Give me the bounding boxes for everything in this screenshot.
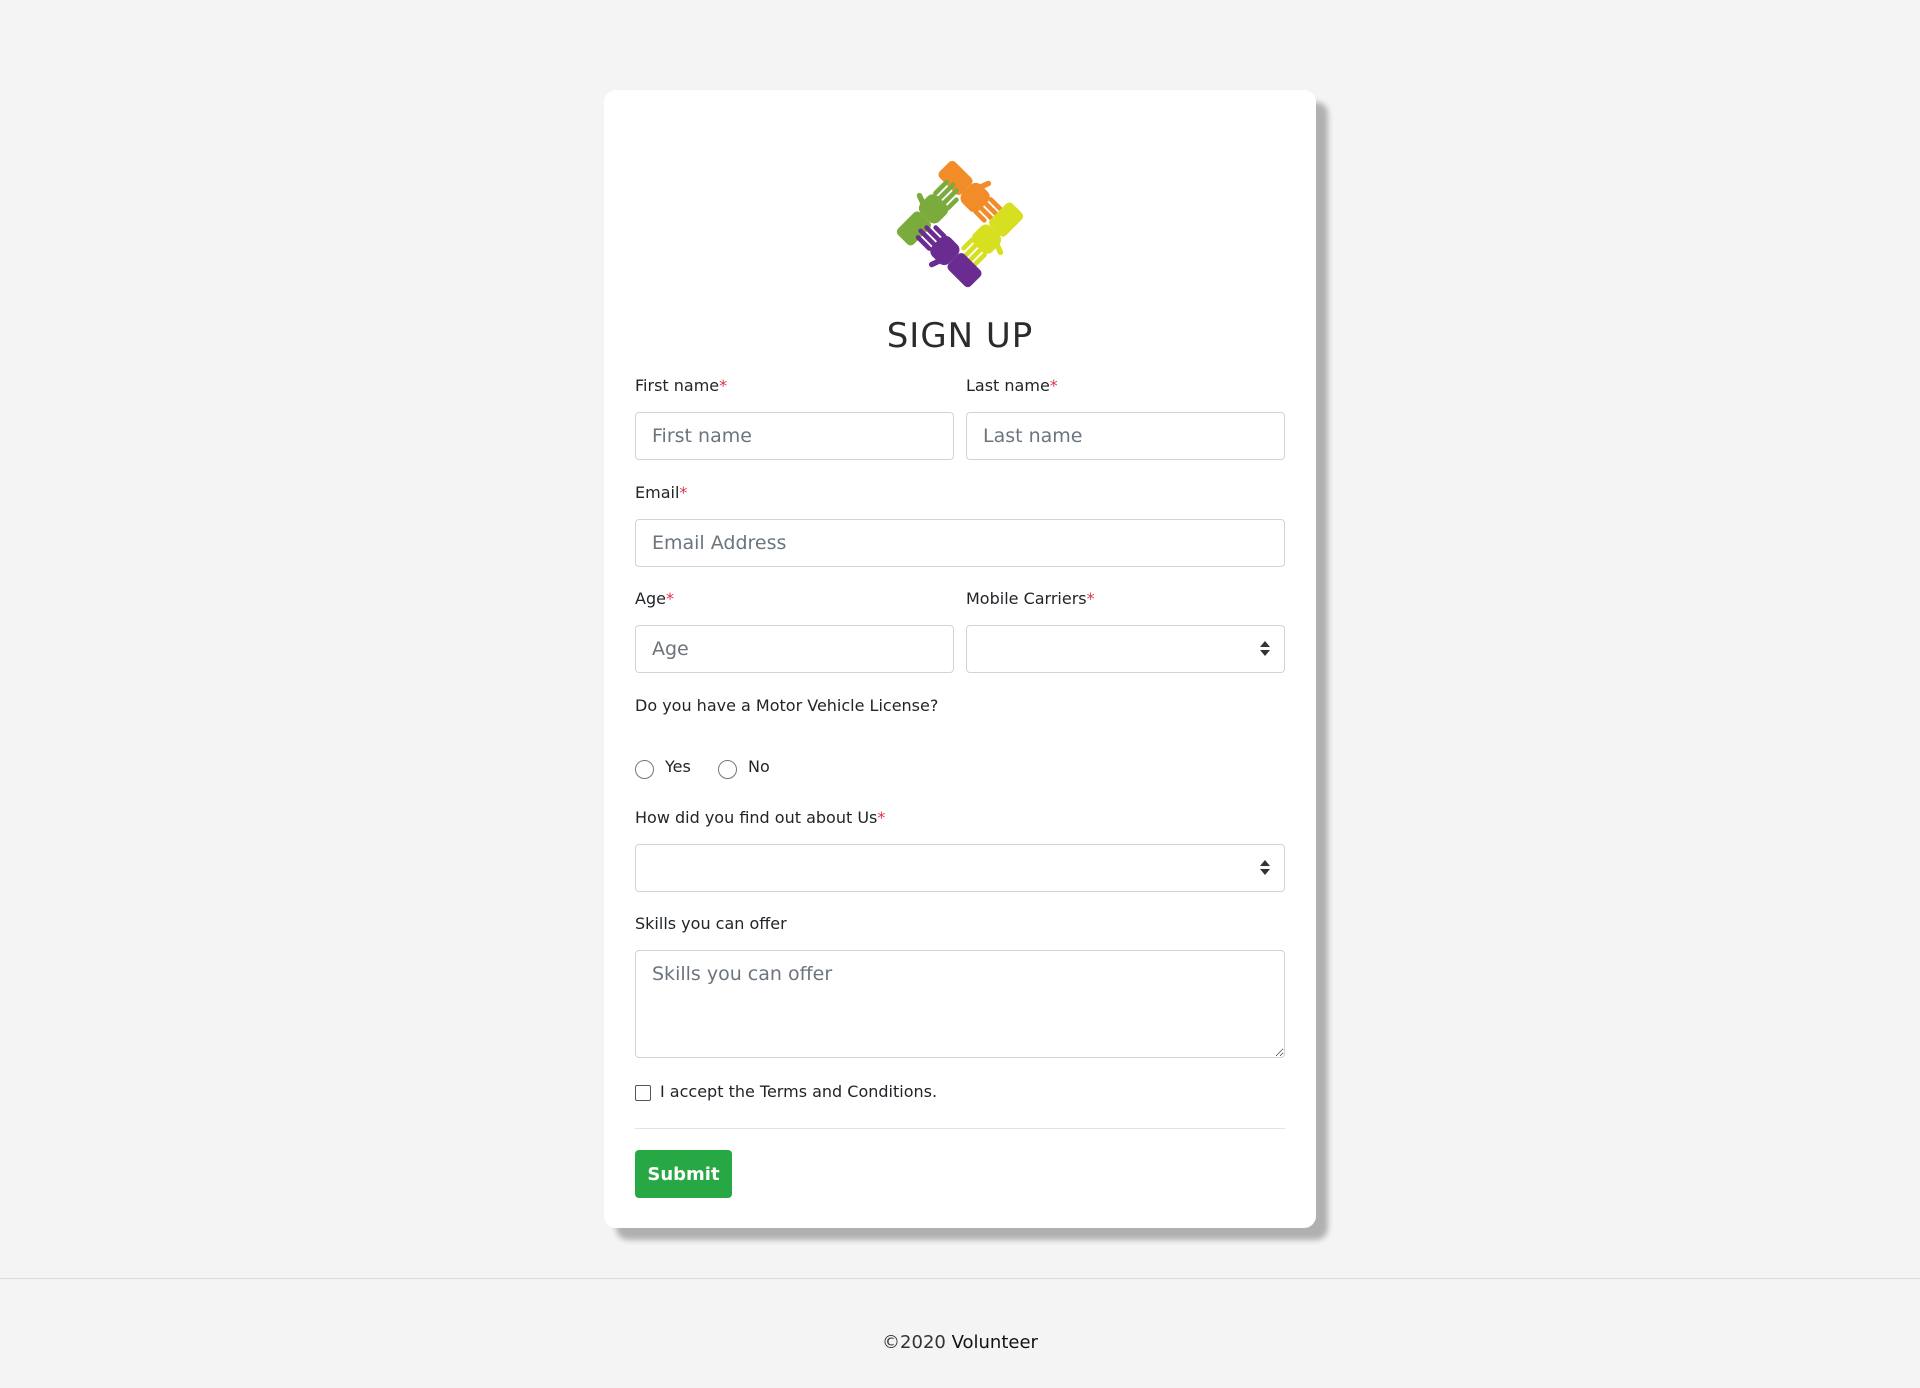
age-label: Age* (635, 589, 674, 608)
last-name-label-text: Last name (966, 376, 1050, 395)
mobile-carriers-select[interactable] (966, 625, 1285, 673)
required-marker: * (1086, 589, 1095, 608)
hands-logo-icon (886, 150, 1034, 298)
age-label-text: Age (635, 589, 666, 608)
email-input[interactable] (635, 519, 1285, 567)
mobile-carriers-label: Mobile Carriers* (966, 589, 1095, 608)
footer-divider (0, 1278, 1920, 1279)
select-arrows-icon (1260, 641, 1270, 657)
first-name-label: First name* (635, 376, 727, 395)
skills-label: Skills you can offer (635, 914, 787, 933)
mobile-carriers-label-text: Mobile Carriers (966, 589, 1087, 608)
license-yes-radio[interactable] (635, 760, 654, 779)
last-name-label: Last name* (966, 376, 1058, 395)
source-label: How did you find out about Us* (635, 808, 885, 827)
required-marker: * (1049, 376, 1058, 395)
form-divider (635, 1128, 1285, 1129)
first-name-input[interactable] (635, 412, 954, 460)
terms-checkbox[interactable] (635, 1085, 651, 1101)
select-arrows-icon (1260, 860, 1270, 876)
last-name-input[interactable] (966, 412, 1285, 460)
source-label-text: How did you find out about Us (635, 808, 878, 827)
submit-button[interactable]: Submit (635, 1150, 732, 1198)
license-question: Do you have a Motor Vehicle License? (635, 696, 939, 715)
skills-textarea[interactable] (635, 950, 1285, 1058)
footer-copyright: ©2020 (882, 1332, 946, 1353)
email-label: Email* (635, 483, 687, 502)
required-marker: * (665, 589, 674, 608)
license-yes-label[interactable]: Yes (665, 757, 691, 776)
required-marker: * (679, 483, 688, 502)
page-title: SIGN UP (886, 316, 1034, 356)
email-label-text: Email (635, 483, 680, 502)
license-no-radio[interactable] (718, 760, 737, 779)
footer-brand-link[interactable]: Volunteer (952, 1332, 1038, 1353)
signup-card: SIGN UP First name* Last name* Email* Ag… (604, 90, 1316, 1228)
license-no-label[interactable]: No (748, 757, 770, 776)
required-marker: * (877, 808, 886, 827)
source-select[interactable] (635, 844, 1285, 892)
terms-label[interactable]: I accept the Terms and Conditions. (660, 1082, 937, 1101)
required-marker: * (719, 376, 728, 395)
footer: ©2020 Volunteer (0, 1332, 1920, 1353)
first-name-label-text: First name (635, 376, 720, 395)
age-input[interactable] (635, 625, 954, 673)
